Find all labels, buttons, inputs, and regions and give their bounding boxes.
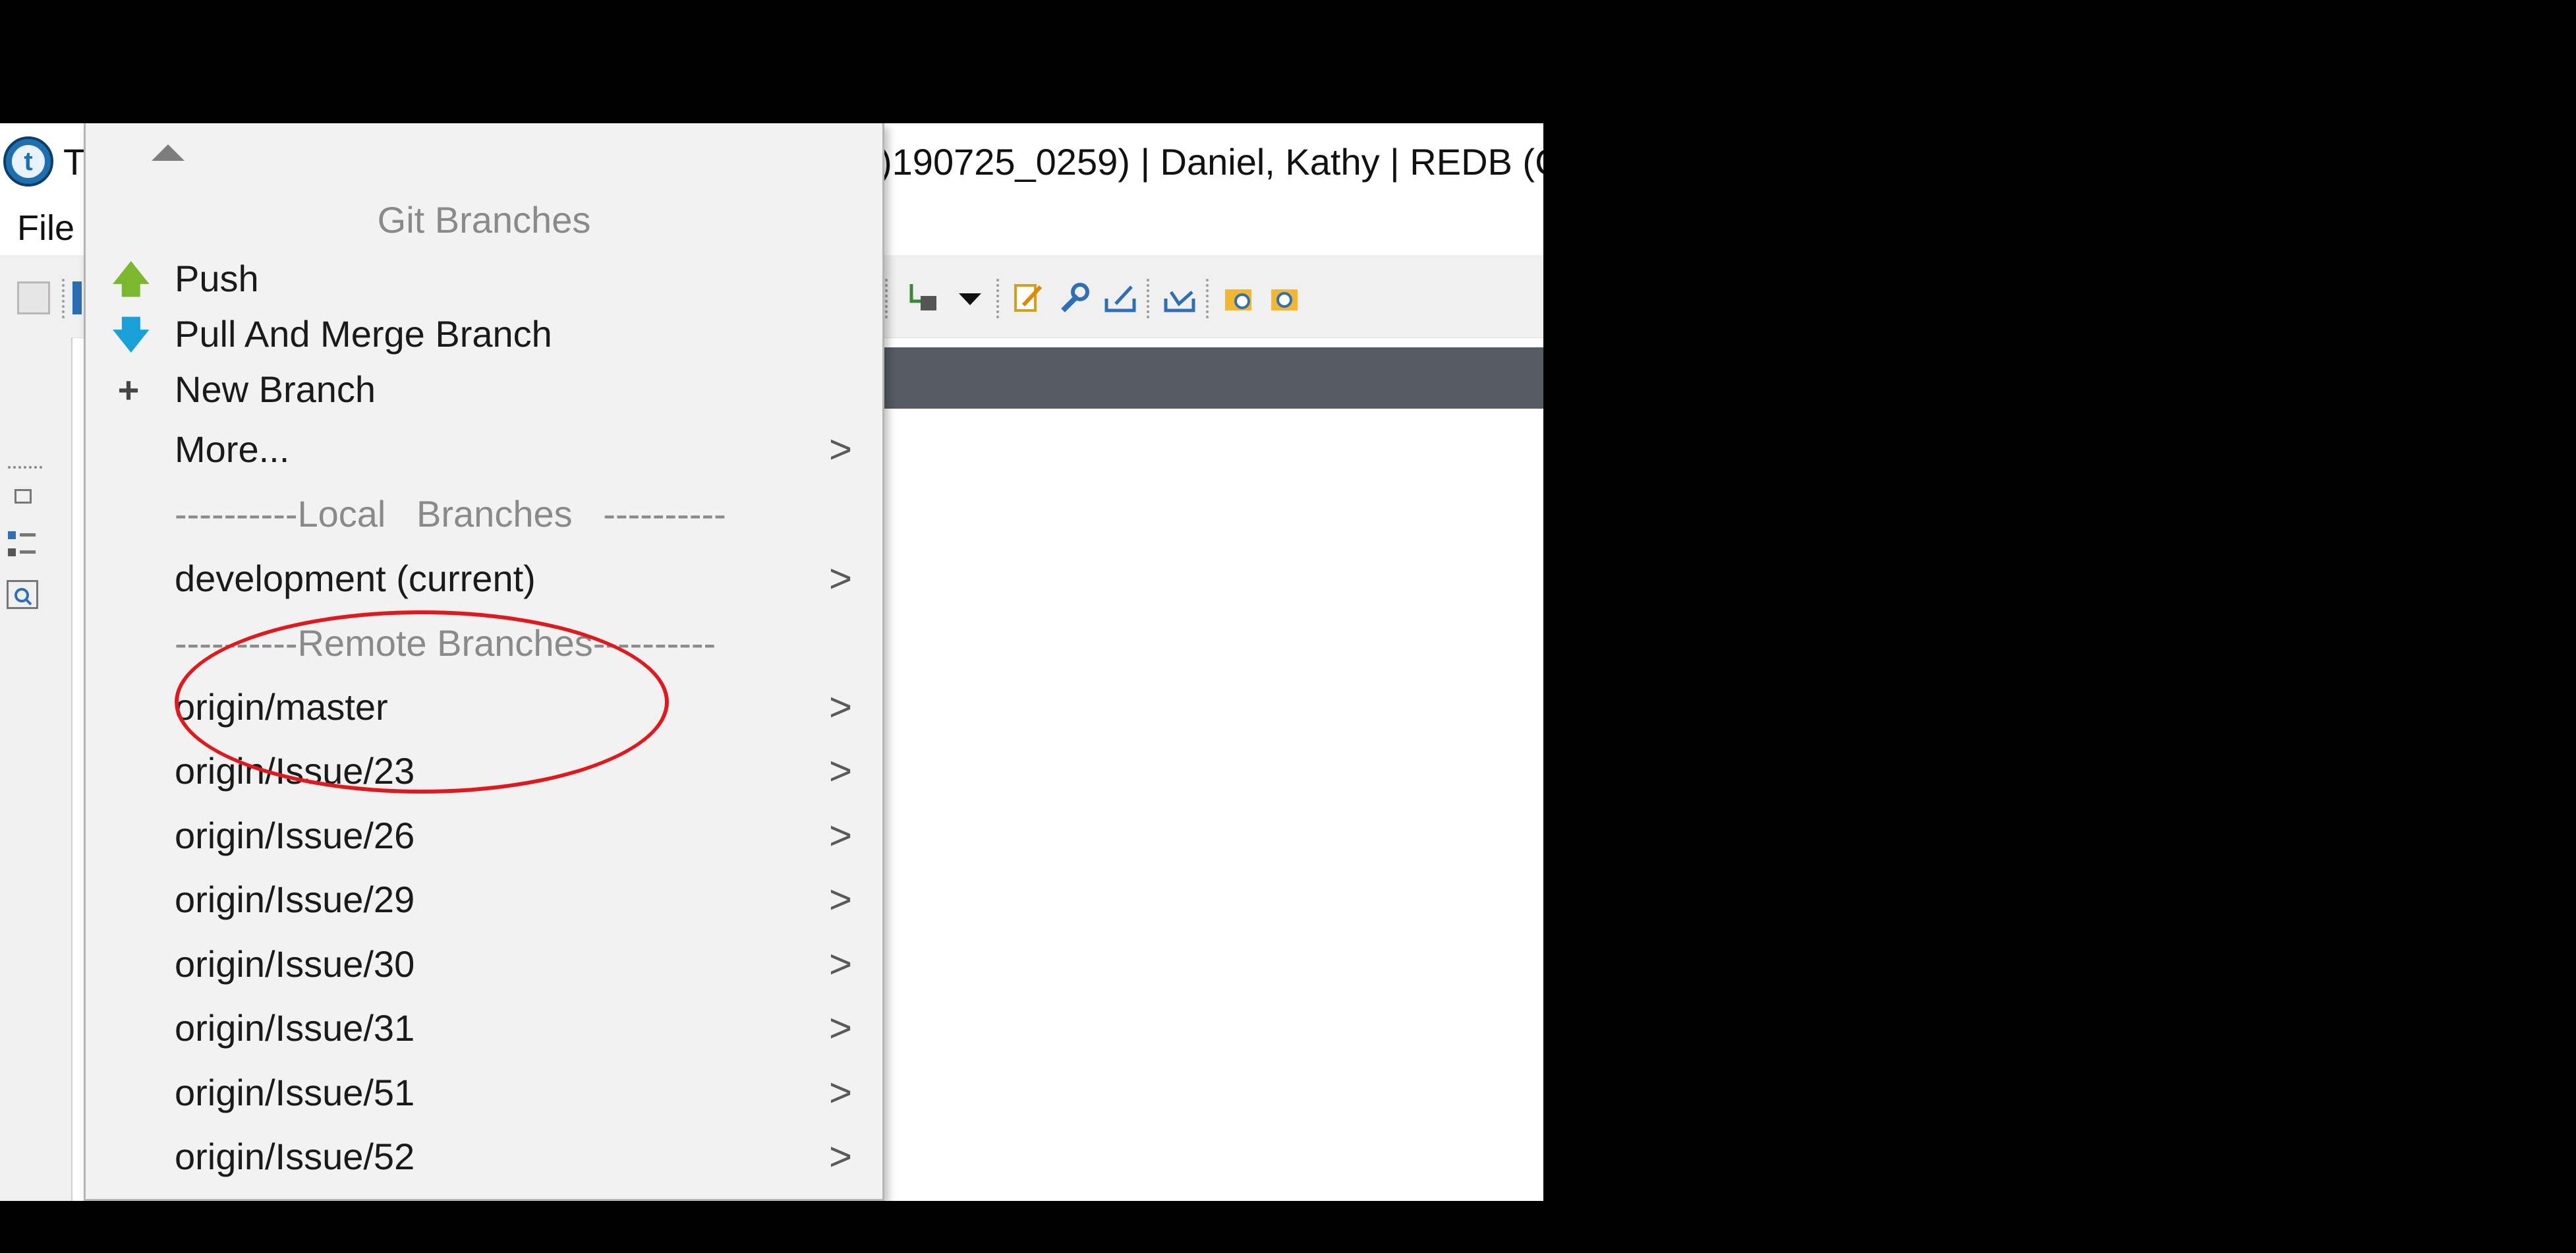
branch-item-origin-issue-29[interactable]: origin/Issue/29 >	[86, 874, 882, 935]
branch-label: origin/Issue/52	[175, 1136, 415, 1177]
folder-search-icon[interactable]	[1222, 281, 1255, 314]
branch-label: origin/Issue/51	[175, 1072, 415, 1113]
remote-branches-separator: ----------Remote Branches----------	[86, 618, 882, 678]
menu-item-label: New Branch	[175, 368, 376, 410]
separator-label: ----------Remote Branches----------	[175, 622, 716, 664]
branch-label: origin/master	[175, 686, 388, 728]
branch-item-origin-issue-30[interactable]: origin/Issue/30 >	[86, 939, 882, 999]
search-refresh-icon[interactable]	[1269, 281, 1302, 314]
menu-item-label: Pull And Merge Branch	[175, 313, 552, 355]
scroll-up-arrow-icon[interactable]	[152, 144, 185, 161]
menu-item-push[interactable]: 🡅 Push	[86, 253, 882, 314]
branch-label: origin/Issue/26	[175, 815, 415, 856]
chevron-right-icon: >	[829, 1006, 853, 1050]
panel-grip[interactable]	[8, 466, 42, 469]
branch-label: origin/Issue/23	[175, 750, 415, 792]
side-panel	[0, 337, 72, 1201]
local-branches-separator: ----------Local Branches ----------	[86, 488, 882, 549]
branch-item-origin-issue-23[interactable]: origin/Issue/23 >	[86, 745, 882, 806]
git-branches-popup-menu: Git Branches 🡅 Push 🡇 Pull And Merge Bra…	[84, 123, 884, 1201]
import-icon[interactable]	[1163, 281, 1196, 314]
outline-icon[interactable]	[7, 530, 37, 559]
branch-item-origin-issue-52[interactable]: origin/Issue/52 >	[86, 1131, 882, 1192]
menu-item-more[interactable]: More... >	[86, 424, 882, 484]
chevron-right-icon: >	[829, 813, 853, 858]
arrow-up-icon: 🡅	[112, 258, 150, 300]
toolbar-separator	[885, 279, 888, 318]
menu-file[interactable]: File	[17, 208, 74, 248]
toolbar-icon[interactable]	[72, 281, 82, 314]
separator-label: ----------Local Branches ----------	[175, 493, 726, 535]
toolbar-separator	[1147, 279, 1149, 318]
branch-label: development (current)	[175, 558, 536, 599]
branch-item-origin-master[interactable]: origin/master >	[86, 682, 882, 742]
git-repository-icon[interactable]	[906, 281, 939, 314]
branch-item-origin-issue-26[interactable]: origin/Issue/26 >	[86, 810, 882, 871]
chevron-right-icon: >	[829, 1134, 853, 1179]
branch-item-development[interactable]: development (current) >	[86, 553, 882, 614]
arrow-down-icon: 🡇	[112, 314, 150, 355]
menu-item-pull-and-merge[interactable]: 🡇 Pull And Merge Branch	[86, 308, 882, 369]
branch-label: origin/Issue/30	[175, 943, 415, 985]
toolbar-separator	[1206, 279, 1209, 318]
menu-item-new-branch[interactable]: + New Branch	[86, 364, 882, 424]
chevron-right-icon: >	[829, 427, 853, 471]
chevron-right-icon: >	[829, 877, 853, 921]
edit-icon[interactable]	[1012, 281, 1045, 314]
branch-item-origin-issue-31[interactable]: origin/Issue/31 >	[86, 1003, 882, 1063]
chevron-right-icon: >	[829, 942, 853, 986]
chevron-right-icon: >	[829, 1070, 853, 1115]
window-title-start: T	[63, 141, 86, 183]
save-icon[interactable]	[17, 281, 50, 314]
dropdown-arrow-icon[interactable]	[954, 281, 987, 314]
export-icon[interactable]	[1104, 281, 1137, 314]
search-panel-icon[interactable]	[7, 580, 38, 609]
window-title-end: )190725_0259) | Daniel, Kathy | REDB (Co	[880, 141, 1543, 183]
editor-tab-bar	[883, 347, 1543, 409]
chevron-right-icon: >	[829, 685, 853, 729]
menu-item-label: More...	[175, 428, 290, 470]
branch-label: origin/Issue/31	[175, 1007, 415, 1049]
toolbar-separator	[996, 279, 999, 318]
popup-header: Git Branches	[377, 199, 591, 241]
branch-item-origin-issue-51[interactable]: origin/Issue/51 >	[86, 1067, 882, 1128]
chevron-right-icon: >	[829, 556, 853, 600]
app-logo-icon: t	[3, 136, 53, 187]
branch-label: origin/Issue/29	[175, 879, 415, 920]
wrench-icon[interactable]	[1058, 281, 1091, 314]
chevron-right-icon: >	[829, 749, 853, 793]
plus-icon: +	[117, 369, 140, 411]
restore-icon[interactable]	[14, 489, 32, 504]
toolbar-separator	[62, 279, 65, 318]
menu-item-label: Push	[175, 258, 259, 299]
